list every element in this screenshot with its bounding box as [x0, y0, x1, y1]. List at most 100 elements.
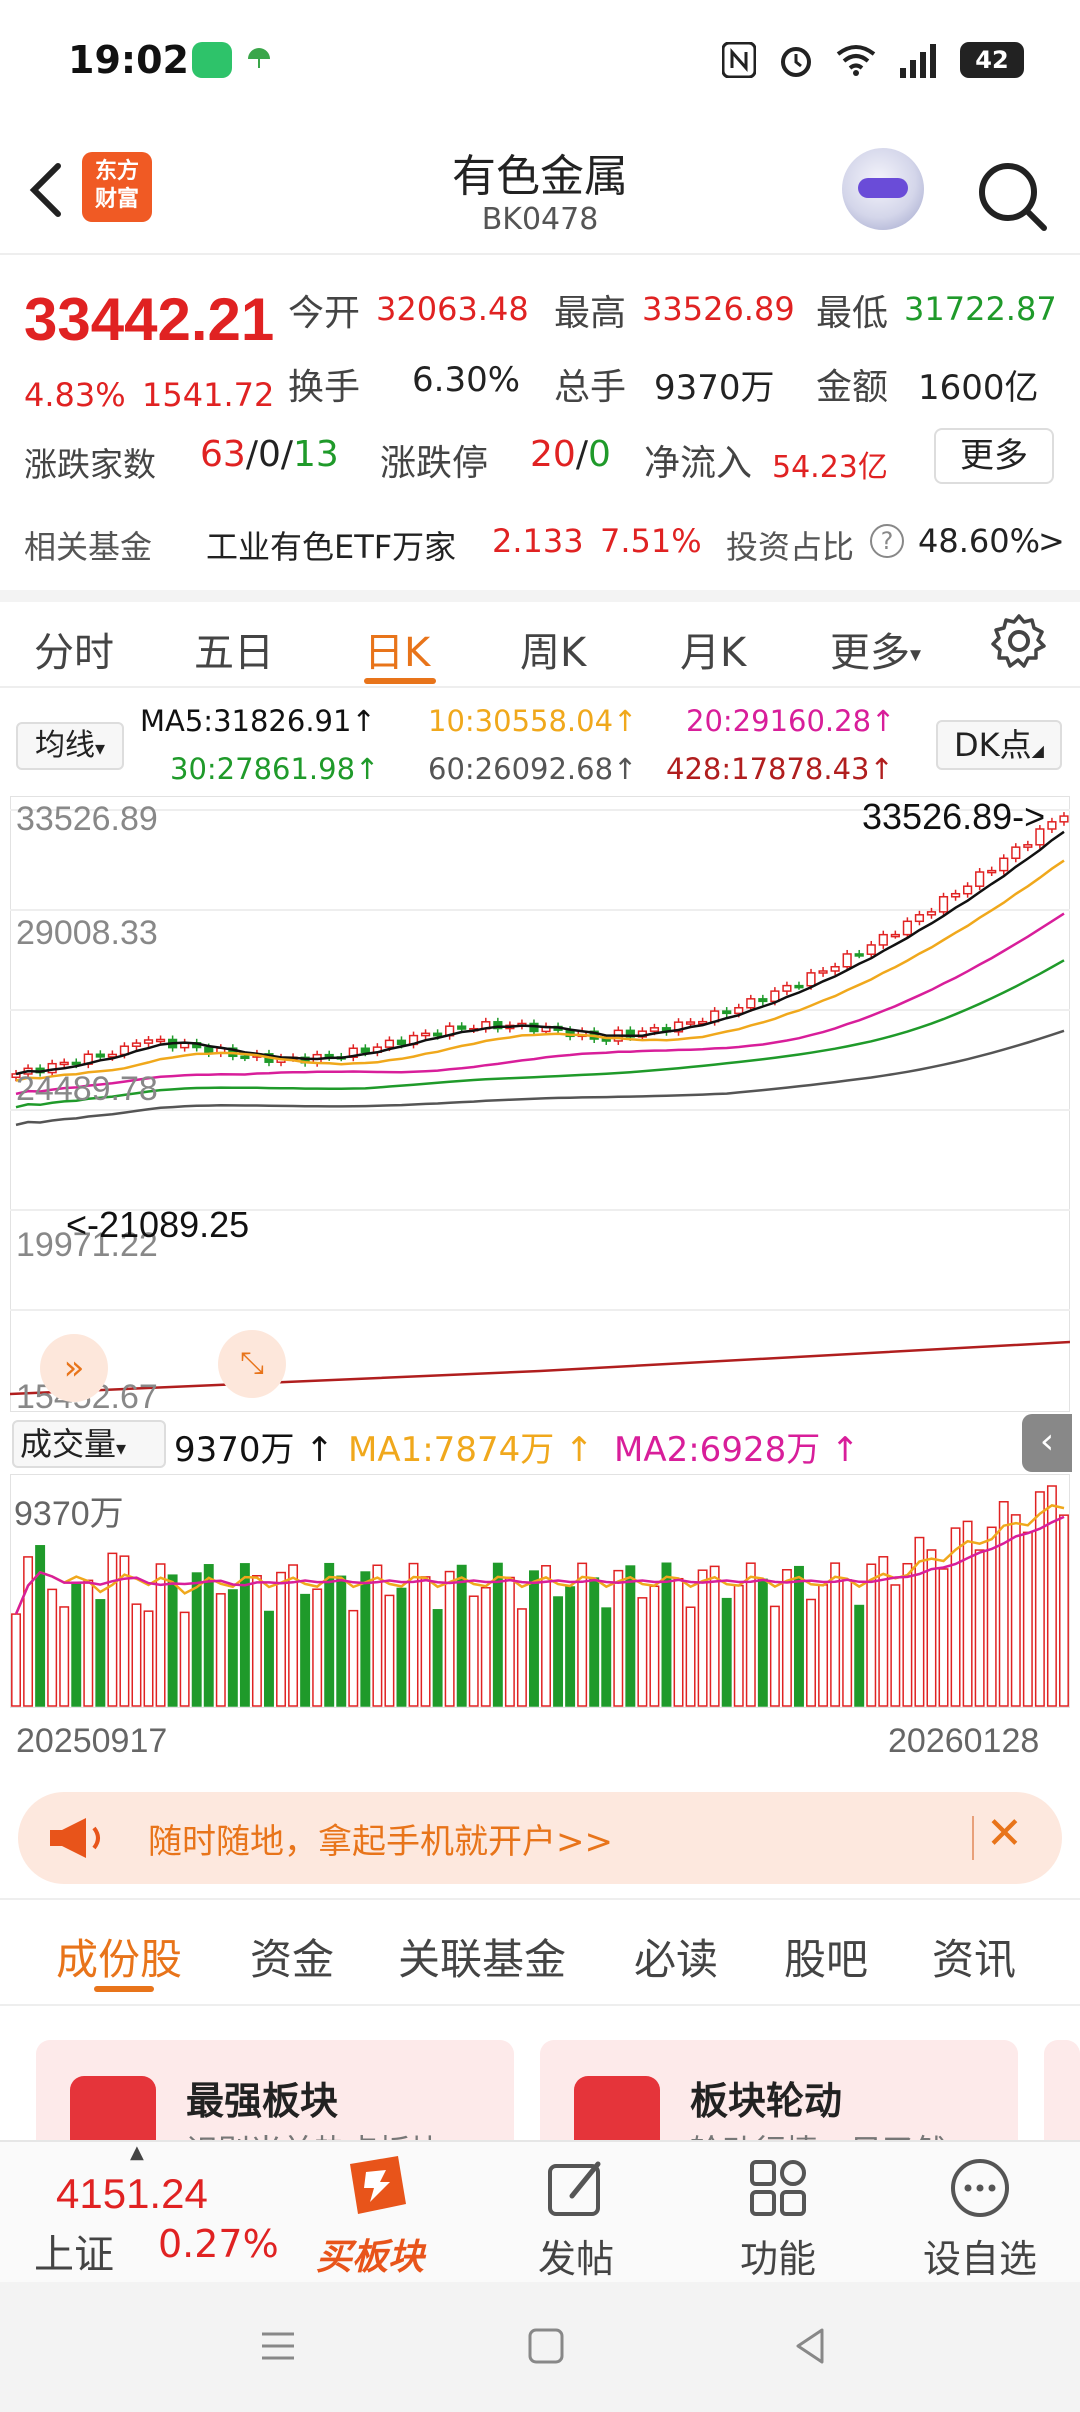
candle [240, 1055, 250, 1060]
megaphone-icon [50, 1818, 100, 1858]
volume-bar [504, 1576, 515, 1707]
tab-forum[interactable]: 股吧 [784, 1926, 868, 1987]
tab-funds-flow[interactable]: 资金 [250, 1926, 334, 1987]
volume-bar [83, 1579, 94, 1707]
volume-bar [818, 1584, 829, 1707]
functions-icon[interactable] [746, 2156, 810, 2220]
volume-bar [167, 1574, 178, 1707]
tab-constituents[interactable]: 成份股 [56, 1926, 182, 1987]
buy-sector-icon[interactable] [340, 2152, 416, 2224]
tab-must-read[interactable]: 必读 [634, 1926, 718, 1987]
volume-bar [516, 1608, 527, 1707]
index-value[interactable]: 4151.24 [56, 2170, 208, 2218]
tab-related-funds[interactable]: 关联基金 [398, 1926, 566, 1987]
volume-bar [589, 1577, 600, 1707]
functions-label[interactable]: 功能 [708, 2228, 848, 2283]
candle [734, 1006, 744, 1015]
buy-sector-label[interactable]: 买板块 [316, 2228, 424, 2280]
nfc-icon [722, 42, 756, 78]
promo-banner[interactable]: 随时随地，拿起手机就开户>> ✕ [18, 1792, 1062, 1884]
tab-daily-k[interactable]: 日K [364, 620, 430, 678]
index-name[interactable]: 上证 [34, 2222, 114, 2280]
tab-five-day[interactable]: 五日 [194, 620, 274, 678]
battery-icon: 42 [960, 42, 1024, 78]
volume-bar [637, 1597, 648, 1707]
volume-bar [288, 1564, 299, 1707]
corner-mark-icon: ◢ [1031, 741, 1044, 760]
volume-bar [625, 1565, 636, 1707]
fund-name[interactable]: 工业有色ETF万家 [206, 522, 456, 568]
ma20-value: 20:29160.28↑ [686, 704, 896, 738]
volume-value: 9370万 ↑ [174, 1430, 334, 1470]
dropdown-caret-icon: ▾ [910, 642, 922, 668]
turnover-label: 换手 [288, 367, 361, 408]
fund-arrow-icon[interactable]: > [1038, 522, 1065, 560]
tab-news[interactable]: 资讯 [932, 1926, 1016, 1987]
low-marker: <-21089.25 [66, 1204, 250, 1245]
candle [770, 990, 780, 1003]
limit-label: 涨跌停 [380, 443, 489, 484]
tab-weekly-k[interactable]: 周K [520, 620, 586, 678]
add-watchlist-icon[interactable] [948, 2156, 1012, 2220]
candle [722, 1010, 732, 1015]
tab-monthly-k[interactable]: 月K [680, 620, 746, 678]
feature-card-rotation[interactable]: 板块轮动 轮动行情一目了然 [540, 2040, 1018, 2140]
tab-more[interactable]: 更多▾ [830, 620, 921, 678]
menu-icon[interactable] [258, 2326, 298, 2366]
limit-down: 0 [587, 434, 611, 475]
candle [794, 984, 804, 989]
tab-minute[interactable]: 分时 [34, 620, 114, 678]
volume-value: 9370万 [654, 368, 775, 408]
volume-bar [890, 1584, 901, 1707]
volume-bar [324, 1562, 335, 1707]
gear-icon[interactable] [990, 612, 1048, 670]
dropdown-caret-icon: ▾ [94, 736, 106, 760]
wifi-icon [836, 45, 876, 76]
change-amount: 1541.72 [142, 376, 275, 414]
active-tab-indicator [364, 678, 436, 684]
candle [155, 1038, 166, 1043]
candle [601, 1038, 611, 1042]
alarm-icon [781, 47, 811, 77]
back-icon[interactable] [790, 2326, 830, 2366]
volume-bar [733, 1584, 744, 1707]
feature-card-partial[interactable] [1044, 2040, 1080, 2140]
feature-card-strongest[interactable]: 最强板块 识别当前热点板块 [36, 2040, 514, 2140]
volume-bar [649, 1585, 660, 1707]
volume-bar [23, 1556, 34, 1707]
add-watchlist-label[interactable]: 设自选 [910, 2228, 1050, 2283]
volume-select-label: 成交量 [20, 1425, 117, 1463]
search-icon[interactable] [974, 158, 1050, 234]
volume-bar [998, 1501, 1009, 1707]
signal-icon [900, 44, 936, 78]
volume-bar [842, 1579, 853, 1707]
volume-bar [251, 1574, 262, 1707]
volume-bar [962, 1520, 973, 1707]
post-icon[interactable] [544, 2156, 608, 2220]
candle [685, 1021, 696, 1025]
post-label[interactable]: 发帖 [506, 2228, 646, 2283]
dk-point-button[interactable]: DK点◢ [936, 720, 1062, 770]
index-change[interactable]: 0.27% [158, 2222, 279, 2266]
ma-select[interactable]: 均线▾ [16, 722, 124, 770]
kline-chart[interactable] [10, 796, 1070, 1412]
ma5-value: MA5:31826.91↑ [140, 704, 376, 738]
assistant-robot-icon[interactable] [842, 148, 924, 230]
home-icon[interactable] [526, 2326, 566, 2366]
divider [0, 590, 1080, 602]
volume-chart[interactable] [10, 1474, 1070, 1708]
dropdown-caret-icon: ▾ [116, 1436, 127, 1460]
volume-bar [35, 1545, 46, 1707]
fund-pct: 7.51% [600, 522, 702, 560]
candle [914, 914, 925, 923]
close-icon[interactable]: ✕ [986, 1808, 1023, 1859]
more-button[interactable]: 更多 [934, 428, 1054, 484]
volume-indicator-select[interactable]: 成交量▾ [12, 1420, 166, 1468]
volume-bar [47, 1588, 58, 1707]
umbrella-icon [248, 48, 270, 68]
fullscreen-icon[interactable]: ⤡ [218, 1330, 286, 1398]
expand-panel-icon[interactable]: » [40, 1334, 108, 1402]
collapse-panel-icon[interactable]: ‹ [1022, 1414, 1072, 1472]
status-bar: 19:02 42 [0, 0, 1080, 120]
help-icon[interactable]: ? [870, 524, 904, 558]
